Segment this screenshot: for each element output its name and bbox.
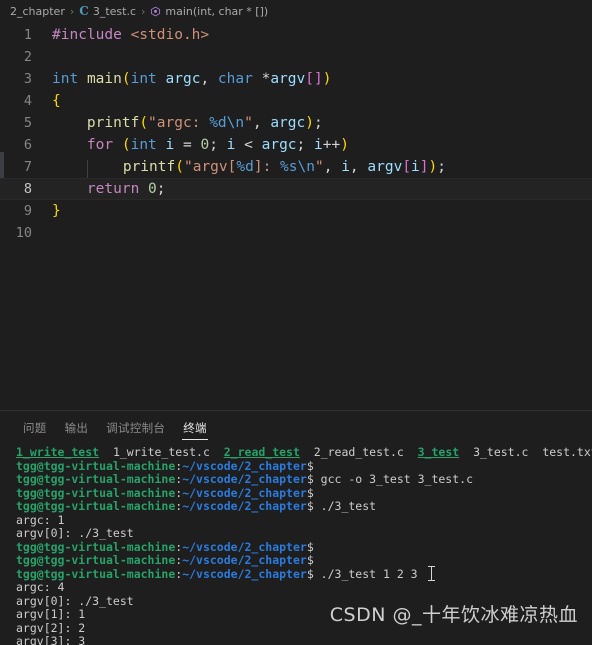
code-text[interactable]: } xyxy=(52,200,592,222)
ls-entry: 3_test xyxy=(417,445,460,459)
breadcrumb-symbol-label: main(int, char * []) xyxy=(165,4,269,18)
terminal-user-host: tgg@tgg-virtual-machine xyxy=(16,553,176,567)
terminal-path: ~/vscode/2_chapter xyxy=(182,539,307,554)
line-number: 9 xyxy=(23,203,32,219)
panel-tab-debug-console[interactable]: 调试控制台 xyxy=(97,411,174,444)
terminal-ls-output: 1_write_test 1_write_test.c 2_read_test … xyxy=(16,445,592,460)
ls-entry: 1_write_test xyxy=(16,445,100,459)
breadcrumb-symbol[interactable]: main(int, char * []) xyxy=(150,5,268,18)
code-text[interactable]: printf("argv[%d]: %s\n", i, argv[i]); xyxy=(52,156,592,182)
ls-entry: 2_read_test xyxy=(223,445,300,459)
terminal-prompt-line: tgg@tgg-virtual-machine:~/vscode/2_chapt… xyxy=(16,485,314,500)
panel-tab-terminal[interactable]: 终端 xyxy=(174,411,216,444)
code-line[interactable]: 1 #include <stdio.h> xyxy=(0,24,592,46)
terminal-prompt-line: tgg@tgg-virtual-machine:~/vscode/2_chapt… xyxy=(16,458,314,473)
line-number: 5 xyxy=(23,115,32,131)
terminal-path: ~/vscode/2_chapter xyxy=(182,458,307,473)
code-line[interactable]: 9} xyxy=(0,200,592,222)
breadcrumb-folder-label: 2_chapter xyxy=(10,4,65,18)
code-line[interactable]: 5 printf("argc: %d\n", argc); xyxy=(0,112,592,134)
terminal-user-host: tgg@tgg-virtual-machine xyxy=(16,539,176,554)
terminal-prompt-line: tgg@tgg-virtual-machine:~/vscode/2_chapt… xyxy=(16,553,314,567)
terminal-output-line: argc: 1 xyxy=(16,512,65,527)
line-number: 7 xyxy=(23,159,32,175)
code-line[interactable]: 2 xyxy=(0,46,592,68)
code-text[interactable]: #include <stdio.h> xyxy=(52,24,592,46)
panel-tab-bar[interactable]: 问题 输出 调试控制台 终端 xyxy=(0,411,592,444)
terminal-output-line: argv[0]: ./3_test xyxy=(16,526,134,540)
code-line[interactable]: 8 return 0; xyxy=(0,178,592,200)
c-file-icon: C xyxy=(79,4,89,18)
terminal-path: ~/vscode/2_chapter xyxy=(182,499,307,513)
ls-entry: 2_read_test.c xyxy=(313,445,404,459)
method-symbol-icon xyxy=(150,6,161,17)
code-lines-container[interactable]: 1 #include <stdio.h> 2 3 int main(int argc, … xyxy=(0,22,592,244)
code-editor[interactable]: 1 #include <stdio.h> 2 3 int main(int argc, … xyxy=(0,22,592,410)
terminal-path: ~/vscode/2_chapter xyxy=(182,553,307,567)
terminal-output-line: argc: 4 xyxy=(16,580,65,594)
breadcrumb-file-label: 3_test.c xyxy=(92,4,136,18)
terminal-user-host: tgg@tgg-virtual-machine xyxy=(16,485,176,500)
terminal-user-host: tgg@tgg-virtual-machine xyxy=(16,499,176,513)
bottom-panel: 问题 输出 调试控制台 终端 1_write_test 1_write_test.c … xyxy=(0,410,592,645)
terminal-prompt-line: tgg@tgg-virtual-machine:~/vscode/2_chapt… xyxy=(16,539,314,554)
line-number: 6 xyxy=(23,137,32,153)
breadcrumb-separator-1: › xyxy=(69,4,75,18)
line-number: 2 xyxy=(23,49,32,65)
ls-entry: 3_test.c xyxy=(473,445,529,459)
terminal-output-line: argv[3]: 3 xyxy=(16,634,86,645)
line-number: 8 xyxy=(23,181,32,197)
ls-entry: test.txt xyxy=(542,445,592,459)
code-line[interactable]: 4{ xyxy=(0,90,592,112)
code-line[interactable]: 10 xyxy=(0,222,592,244)
terminal-user-host: tgg@tgg-virtual-machine xyxy=(16,472,176,486)
terminal-prompt-line: tgg@tgg-virtual-machine:~/vscode/2_chapt… xyxy=(16,499,377,513)
breadcrumb-separator-2: › xyxy=(141,4,146,18)
ls-entry: 1_write_test.c xyxy=(112,445,210,459)
breadcrumb-folder[interactable]: 2_chapter xyxy=(10,5,65,18)
terminal-user-host: tgg@tgg-virtual-machine xyxy=(16,458,176,473)
code-text[interactable]: for (int i = 0; i < argc; i++) xyxy=(52,134,592,156)
breadcrumb[interactable]: 2_chapter › C 3_test.c › main(int, char … xyxy=(0,0,592,22)
terminal-user-host: tgg@tgg-virtual-machine xyxy=(16,566,176,581)
code-text[interactable]: { xyxy=(52,90,592,112)
line-number: 3 xyxy=(23,71,32,87)
terminal-path: ~/vscode/2_chapter xyxy=(182,472,307,486)
code-line[interactable]: 3 int main(int argc, char *argv[]) xyxy=(0,68,592,90)
line-number: 4 xyxy=(23,93,32,109)
vscode-window: 2_chapter › C 3_test.c › main(int, char … xyxy=(0,0,592,645)
panel-tab-output[interactable]: 输出 xyxy=(56,411,98,444)
code-text[interactable]: int main(int argc, char *argv[]) xyxy=(52,68,592,90)
line-number: 1 xyxy=(23,27,32,43)
terminal-path: ~/vscode/2_chapter xyxy=(182,485,307,500)
code-line[interactable]: 6 for (int i = 0; i < argc; i++) xyxy=(0,134,592,156)
terminal-path: ~/vscode/2_chapter xyxy=(182,566,307,581)
panel-tab-problems[interactable]: 问题 xyxy=(14,411,56,444)
terminal-prompt-line: tgg@tgg-virtual-machine:~/vscode/2_chapt… xyxy=(16,566,418,581)
watermark: CSDN @_十年饮冰难凉热血 xyxy=(329,604,578,626)
code-text[interactable]: printf("argc: %d\n", argc); xyxy=(52,112,592,134)
terminal-prompt-line: tgg@tgg-virtual-machine:~/vscode/2_chapt… xyxy=(16,472,473,486)
code-text[interactable]: return 0; xyxy=(52,178,592,200)
breadcrumb-file[interactable]: C 3_test.c xyxy=(79,4,136,18)
code-line[interactable]: 7 printf("argv[%d]: %s\n", i, argv[i]); xyxy=(0,156,592,182)
line-number: 10 xyxy=(15,225,32,241)
